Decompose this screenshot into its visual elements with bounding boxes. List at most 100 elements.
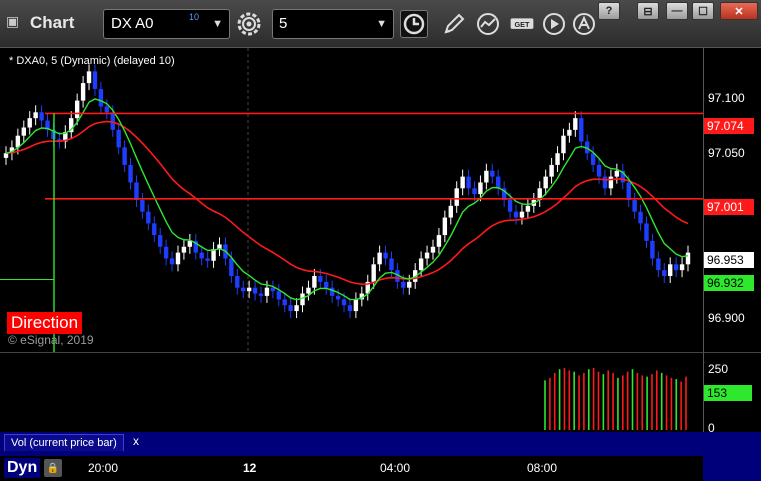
title-bar: ▣ Chart DX A0 10 ▼ 5 ▼ GET ? ⊟ — ☐ ✕ [0, 0, 761, 48]
last-price-tag: 96.953 [704, 252, 754, 268]
candle-body [662, 270, 667, 276]
candle-body [3, 153, 9, 158]
window-title: Chart [30, 13, 75, 32]
get-icon[interactable]: GET [506, 10, 538, 38]
candle-body [418, 258, 424, 271]
candle-body [86, 71, 92, 84]
candle-body [377, 252, 382, 265]
candle-body [673, 264, 679, 271]
play-icon[interactable] [540, 10, 568, 38]
direction-label: Direction [7, 312, 83, 334]
time-tick: 20:00 [88, 461, 119, 475]
candle-body [229, 258, 234, 276]
pencil-icon[interactable] [440, 10, 468, 38]
upper-line-tag: 97.074 [704, 118, 754, 134]
candle-body [460, 176, 465, 189]
candle-body [632, 200, 637, 212]
lower-line-tag: 97.001 [704, 199, 754, 215]
candle-body [543, 176, 548, 189]
dynamic-mode-label[interactable]: Dyn [4, 458, 41, 478]
candle-body [282, 299, 287, 306]
candle-body [472, 188, 477, 195]
candle-body [347, 305, 353, 312]
minimize-button[interactable]: — [666, 2, 688, 20]
candle-body [590, 153, 596, 165]
candle-body [175, 252, 181, 265]
candle-body [258, 293, 264, 296]
volume-axis[interactable]: 250 153 0 [703, 352, 761, 435]
clock-icon[interactable] [400, 10, 428, 38]
time-axis[interactable]: Dyn 🔒 20:00 12 04:00 08:00 [0, 456, 761, 481]
chevron-down-icon[interactable]: ▼ [212, 18, 223, 30]
candle-body [573, 118, 578, 130]
candle-body [454, 188, 459, 206]
candle-body [92, 71, 98, 89]
candle-body [513, 211, 519, 218]
pin-button[interactable]: ⊟ [637, 2, 659, 20]
study-tab-bar: Vol (current price bar) x [0, 432, 761, 456]
price-axis[interactable]: 97.100 97.050 96.900 97.074 97.001 96.95… [703, 48, 761, 352]
candle-body [33, 112, 38, 119]
time-tick: 12 [243, 461, 257, 475]
candle-body [679, 264, 685, 271]
candle-body [525, 205, 531, 212]
candle-body [187, 240, 193, 247]
candle-body [341, 299, 347, 306]
price-pane[interactable]: * DXA0, 5 (Dynamic) (delayed 10) Directi… [0, 48, 761, 352]
candle-body [152, 223, 157, 236]
time-tick: 04:00 [380, 461, 411, 475]
alert-a-icon[interactable] [570, 10, 598, 38]
symbol-input[interactable]: DX A0 10 ▼ [103, 9, 230, 39]
lock-icon[interactable]: 🔒 [44, 459, 62, 477]
candle-body [668, 264, 673, 276]
candle-body [484, 170, 489, 183]
time-tick: 08:00 [527, 461, 558, 475]
study-icon[interactable] [474, 10, 502, 38]
corner-box [703, 456, 761, 481]
candle-body [146, 211, 151, 224]
close-icon[interactable]: x [133, 434, 139, 448]
candle-body [181, 246, 187, 253]
candle-body [579, 118, 584, 142]
candle-body [626, 182, 631, 200]
candle-body [507, 200, 513, 212]
candle-body [252, 287, 258, 294]
symbol-value: DX A0 [111, 15, 154, 32]
candle-body [80, 83, 86, 101]
price-tick: 96.900 [708, 311, 745, 325]
interval-input[interactable]: 5 ▼ [272, 9, 394, 39]
gear-icon[interactable] [235, 10, 263, 38]
help-button[interactable]: ? [598, 2, 620, 20]
candle-body [312, 276, 317, 288]
candle-body [424, 252, 430, 259]
candle-body [169, 258, 175, 265]
candle-body [608, 176, 614, 189]
candle-body [496, 176, 501, 189]
candle-body [264, 287, 270, 296]
series-label: * DXA0, 5 (Dynamic) (delayed 10) [9, 55, 175, 67]
candle-body [288, 305, 293, 312]
close-button[interactable]: ✕ [720, 2, 758, 20]
price-tick: 97.050 [708, 146, 745, 160]
candle-body [98, 88, 104, 107]
candle-body [602, 176, 608, 189]
maximize-button[interactable]: ☐ [692, 2, 714, 20]
candle-body [270, 287, 276, 292]
candle-body [371, 264, 376, 282]
candle-body [110, 112, 115, 130]
candle-body [567, 129, 572, 136]
candle-body [140, 200, 145, 212]
tab-volume[interactable]: Vol (current price bar) [4, 434, 124, 451]
price-chart[interactable] [0, 48, 703, 352]
candle-body [353, 299, 359, 312]
chevron-down-icon[interactable]: ▼ [376, 18, 387, 30]
candle-body [685, 252, 691, 265]
candle-body [134, 182, 139, 200]
volume-chart[interactable] [0, 353, 703, 433]
candle-body [318, 276, 323, 282]
candle-body [549, 164, 554, 177]
green-ma-tag: 96.932 [704, 275, 754, 291]
volume-pane[interactable] [0, 352, 703, 432]
candle-body [436, 235, 442, 247]
candle-body [335, 295, 341, 300]
